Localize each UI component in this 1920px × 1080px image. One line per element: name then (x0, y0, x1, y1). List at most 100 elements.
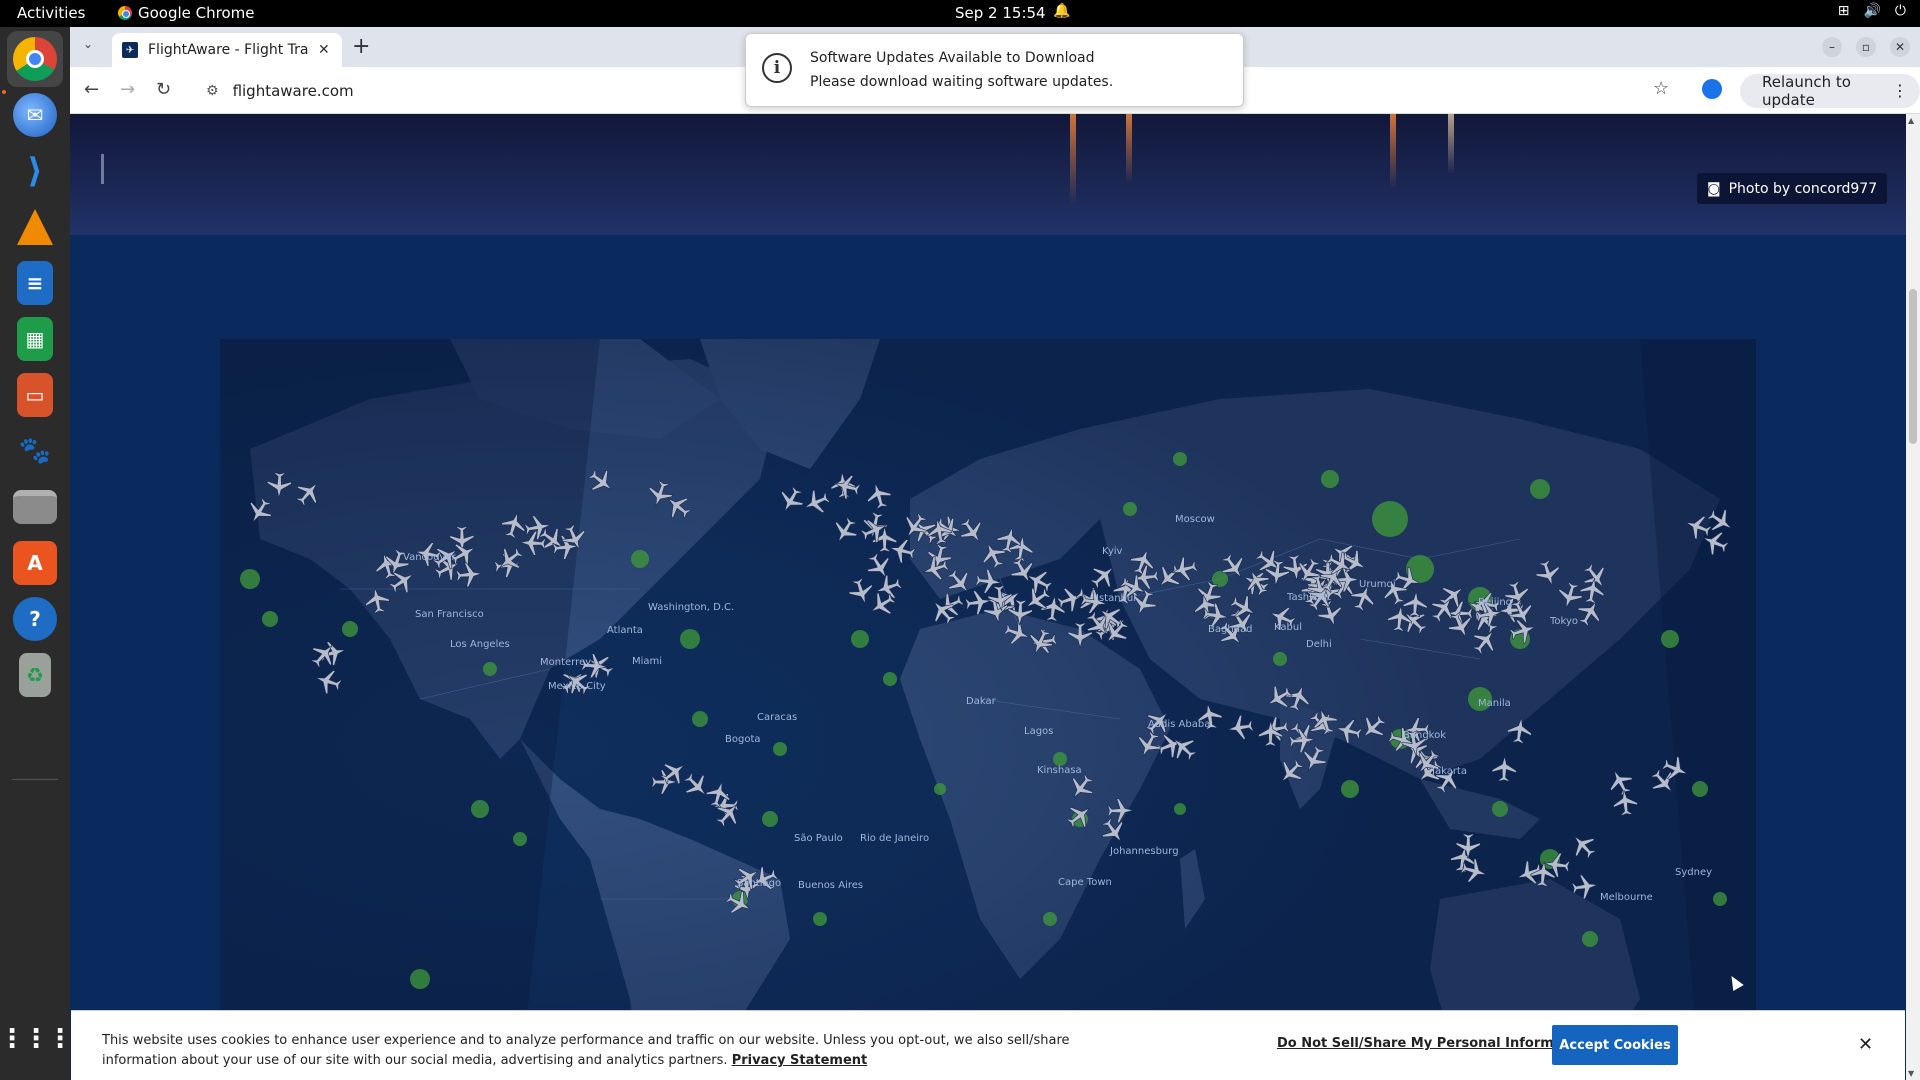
cookie-consent-banner: This website uses cookies to enhance use… (71, 1010, 1905, 1080)
hero-photo: ◙ Photo by concord977 (70, 114, 1906, 235)
city-label: Monterrey (540, 657, 592, 668)
city-label: Rio de Janeiro (860, 833, 930, 844)
world-map-graphic (220, 339, 1756, 1080)
do-not-sell-link[interactable]: Do Not Sell/Share My Personal Informatio… (1277, 1036, 1591, 1051)
city-label: Sydney (1675, 867, 1713, 878)
activities-button[interactable]: Activities (17, 4, 85, 22)
scrollbar-thumb[interactable] (1909, 289, 1917, 444)
city-label: Beijing (1478, 597, 1513, 608)
relaunch-label: Relaunch to update (1762, 73, 1851, 109)
power-icon: ⏻ (1894, 3, 1906, 19)
site-info-icon[interactable]: ⚙ (206, 83, 219, 99)
cookie-message-text: This website uses cookies to enhance use… (102, 1033, 1070, 1068)
help-icon: ? (13, 597, 57, 641)
photo-credit-button[interactable]: ◙ Photo by concord977 (1697, 173, 1888, 204)
accept-cookies-button[interactable]: Accept Cookies (1552, 1025, 1678, 1065)
city-label: São Paulo (794, 833, 843, 844)
trash-icon: ♻ (19, 653, 51, 697)
dock-writer[interactable]: ≡ (7, 255, 63, 311)
dock-software[interactable]: A (7, 535, 63, 591)
system-top-bar: Activities Google Chrome Sep 2 15:54 🔔 ⊞… (0, 0, 1920, 27)
privacy-statement-link[interactable]: Privacy Statement (732, 1053, 868, 1068)
city-label: Kinshasa (1037, 765, 1082, 776)
back-button[interactable]: ← (84, 79, 99, 100)
close-banner-icon[interactable]: ✕ (1858, 1034, 1873, 1055)
dock-files[interactable] (7, 479, 63, 535)
city-label: Urumqi (1359, 579, 1396, 590)
app-name-label: Google Chrome (138, 4, 255, 22)
city-label: Johannesburg (1110, 846, 1179, 857)
info-icon: i (762, 53, 792, 83)
url-text: flightaware.com (232, 82, 354, 100)
page-content: ◙ Photo by concord977 Vancouver San Fran… (70, 114, 1906, 1080)
maximize-button[interactable]: ▫ (1856, 37, 1876, 57)
system-tray[interactable]: ⊞ 🔊 ⏻ (1838, 3, 1906, 19)
city-label: Jakarta (1432, 766, 1467, 777)
light-reflection (1390, 114, 1396, 189)
software-update-notification[interactable]: i Software Updates Available to Download… (745, 33, 1244, 107)
city-label: Lagos (1024, 726, 1054, 737)
tab-title: FlightAware - Flight Trac (148, 42, 308, 58)
scroll-down-arrow[interactable]: ▼ (1908, 1069, 1914, 1078)
vscode-icon: ⟩ (27, 151, 43, 191)
city-label: Istanbul (1096, 593, 1137, 604)
city-label: Santiago (737, 878, 782, 889)
city-label: Addis Ababa (1148, 719, 1211, 730)
notification-body: Please download waiting software updates… (810, 74, 1114, 90)
page-scrollbar[interactable]: ▲ ▼ (1906, 114, 1920, 1080)
app-grid-icon: ⋮⋮⋮ (0, 1024, 73, 1054)
city-label: Washington, D.C. (648, 602, 735, 613)
city-label: Delhi (1306, 639, 1332, 650)
camera-icon: ◙ (1707, 180, 1721, 197)
tab-close-icon[interactable]: ✕ (318, 42, 330, 58)
live-flight-map[interactable]: Vancouver San Francisco Los Angeles Wash… (220, 339, 1756, 1080)
dock-thunderbird[interactable]: ✉ (7, 87, 63, 143)
dock-chrome[interactable] (7, 31, 63, 87)
notification-title: Software Updates Available to Download (810, 50, 1095, 66)
new-tab-button[interactable]: + (352, 34, 370, 59)
dock-calc[interactable]: ▦ (7, 311, 63, 367)
minimize-button[interactable]: – (1822, 37, 1842, 57)
city-label: Mexico City (548, 681, 606, 692)
scroll-up-arrow[interactable]: ▲ (1908, 116, 1914, 125)
reload-button[interactable]: ↻ (156, 79, 171, 100)
city-label: Buenos Aires (798, 880, 864, 891)
relaunch-to-update-button[interactable]: Relaunch to update ⋮ (1740, 73, 1920, 109)
dock-separator (12, 779, 58, 780)
flightaware-favicon: ✈ (122, 42, 138, 58)
dock-vlc[interactable] (7, 199, 63, 255)
app-menu[interactable]: Google Chrome (118, 4, 255, 22)
close-window-button[interactable]: ✕ (1890, 37, 1910, 57)
clock[interactable]: Sep 2 15:54 (955, 4, 1046, 22)
chrome-window: ⌄ ✈ FlightAware - Flight Trac ✕ + – ▫ ✕ … (70, 27, 1920, 1080)
thunderbird-icon: ✉ (13, 93, 57, 137)
dock-gimp[interactable]: 🐾 (7, 423, 63, 479)
city-label: Tokyo (1550, 616, 1578, 627)
chrome-icon (118, 6, 132, 20)
city-label: Baghdad (1208, 624, 1253, 635)
dock-help[interactable]: ? (7, 591, 63, 647)
tab-search-icon[interactable]: ⌄ (78, 37, 98, 57)
city-label: Miami (632, 656, 663, 667)
city-label: Kabul (1274, 622, 1302, 633)
city-label: Cape Town (1058, 877, 1112, 888)
light-reflection (101, 154, 104, 184)
dock-vscode[interactable]: ⟩ (7, 143, 63, 199)
profile-avatar[interactable] (1702, 79, 1722, 99)
chrome-menu-icon[interactable]: ⋮ (1892, 81, 1908, 100)
bookmark-star-icon[interactable]: ☆ (1653, 78, 1669, 99)
software-store-icon: A (13, 541, 57, 585)
city-label: Atlanta (607, 625, 643, 636)
forward-button[interactable]: → (120, 79, 135, 100)
dock: ✉ ⟩ ≡ ▦ ▭ 🐾 A ? ♻ ⋮⋮⋮ (0, 27, 73, 1080)
volume-icon: 🔊 (1863, 3, 1881, 19)
show-apps-button[interactable]: ⋮⋮⋮ (0, 1011, 73, 1067)
dock-impress[interactable]: ▭ (7, 367, 63, 423)
city-label: Manila (1478, 698, 1511, 709)
chrome-icon (13, 37, 57, 81)
tab-flightaware[interactable]: ✈ FlightAware - Flight Trac ✕ (112, 33, 342, 67)
impress-icon: ▭ (17, 373, 53, 417)
dock-trash[interactable]: ♻ (7, 647, 63, 703)
photo-credit-label: Photo by concord977 (1728, 180, 1878, 197)
running-indicator (2, 90, 6, 94)
